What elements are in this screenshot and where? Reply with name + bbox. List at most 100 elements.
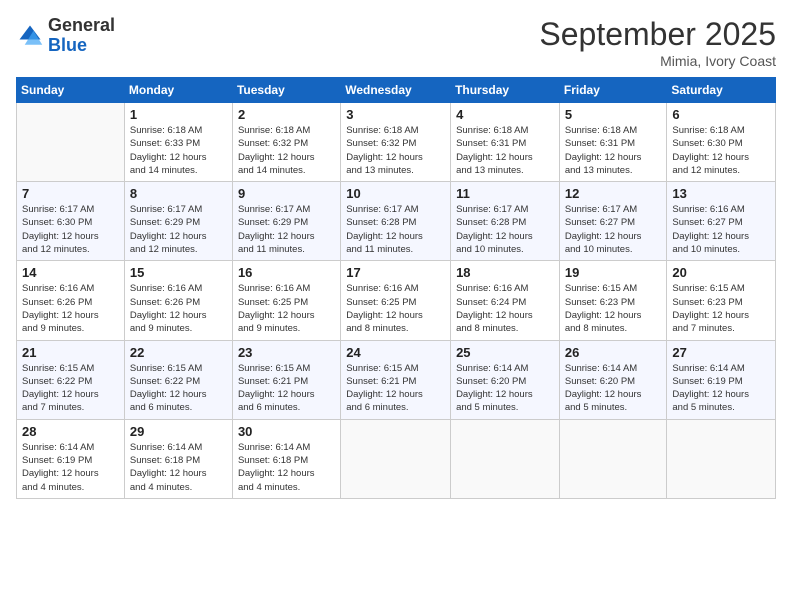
day-number: 10: [346, 186, 445, 201]
calendar-table: SundayMondayTuesdayWednesdayThursdayFrid…: [16, 77, 776, 499]
day-number: 2: [238, 107, 335, 122]
calendar-cell: 28 Sunrise: 6:14 AM Sunset: 6:19 PM Dayli…: [17, 419, 125, 498]
calendar-cell: 16Sunrise: 6:16 AM Sunset: 6:25 PM Dayli…: [232, 261, 340, 340]
day-number: 15: [130, 265, 227, 280]
day-number: 23: [238, 345, 335, 360]
calendar-cell: 17 Sunrise: 6:16 AM Sunset: 6:25 PM Dayli…: [341, 261, 451, 340]
day-info: Sunrise: 6:17 AM Sunset: 6:30 PM Dayligh…: [22, 203, 119, 256]
calendar-cell: 12Sunrise: 6:17 AM Sunset: 6:27 PM Dayli…: [559, 182, 667, 261]
day-number: 20: [672, 265, 770, 280]
day-number: 24: [346, 345, 445, 360]
calendar-cell: 21Sunrise: 6:15 AM Sunset: 6:22 PM Dayli…: [17, 340, 125, 419]
calendar-cell: 18 Sunrise: 6:16 AM Sunset: 6:24 PM Dayli…: [451, 261, 560, 340]
day-info: Sunrise: 6:15 AM Sunset: 6:23 PM Dayligh…: [672, 282, 770, 335]
day-number: 1: [130, 107, 227, 122]
calendar-header-tuesday: Tuesday: [232, 78, 340, 103]
day-info: Sunrise: 6:18 AM Sunset: 6:32 PM Dayligh…: [238, 124, 335, 177]
day-number: 26: [565, 345, 662, 360]
day-number: 25: [456, 345, 554, 360]
day-number: 13: [672, 186, 770, 201]
day-number: 21: [22, 345, 119, 360]
calendar-week-row: 21 Sunrise: 6:15 AM Sunset: 6:22 PM Dayli…: [17, 340, 776, 419]
day-info: Sunrise: 6:18 AM Sunset: 6:31 PM Dayligh…: [565, 124, 662, 177]
day-info: Sunrise: 6:18 AM Sunset: 6:31 PM Dayligh…: [456, 124, 554, 177]
calendar-cell: 25 Sunrise: 6:14 AM Sunset: 6:20 PM Dayli…: [451, 340, 560, 419]
day-info: Sunrise: 6:15 AM Sunset: 6:21 PM Dayligh…: [346, 362, 445, 415]
day-number: 27: [672, 345, 770, 360]
day-info: Sunrise: 6:18 AM Sunset: 6:32 PM Dayligh…: [346, 124, 445, 177]
calendar-header-monday: Monday: [124, 78, 232, 103]
day-info: Sunrise: 6:16 AM Sunset: 6:25 PM Dayligh…: [346, 282, 445, 335]
calendar-cell: 7Sunrise: 6:17 AM Sunset: 6:30 PM Daylig…: [17, 182, 125, 261]
calendar-week-row: 28 Sunrise: 6:14 AM Sunset: 6:19 PM Dayli…: [17, 419, 776, 498]
calendar-header-thursday: Thursday: [451, 78, 560, 103]
calendar-cell: 13 Sunrise: 6:16 AM Sunset: 6:27 PM Dayli…: [667, 182, 776, 261]
day-info: Sunrise: 6:17 AM Sunset: 6:28 PM Dayligh…: [346, 203, 445, 256]
day-info: Sunrise: 6:14 AM Sunset: 6:18 PM Dayligh…: [130, 441, 227, 494]
calendar-cell: 6 Sunrise: 6:18 AM Sunset: 6:30 PM Daylig…: [667, 103, 776, 182]
logo-blue-text: Blue: [48, 36, 115, 56]
calendar-header-wednesday: Wednesday: [341, 78, 451, 103]
calendar-cell: 2 Sunrise: 6:18 AM Sunset: 6:32 PM Daylig…: [232, 103, 340, 182]
day-info: Sunrise: 6:17 AM Sunset: 6:29 PM Dayligh…: [238, 203, 335, 256]
calendar-cell: 10 Sunrise: 6:17 AM Sunset: 6:28 PM Dayli…: [341, 182, 451, 261]
day-number: 6: [672, 107, 770, 122]
day-number: 4: [456, 107, 554, 122]
day-info: Sunrise: 6:18 AM Sunset: 6:30 PM Dayligh…: [672, 124, 770, 177]
calendar-cell: 1 Sunrise: 6:18 AM Sunset: 6:33 PM Daylig…: [124, 103, 232, 182]
day-info: Sunrise: 6:15 AM Sunset: 6:21 PM Dayligh…: [238, 362, 335, 415]
day-info: Sunrise: 6:15 AM Sunset: 6:23 PM Dayligh…: [565, 282, 662, 335]
day-number: 3: [346, 107, 445, 122]
calendar-week-row: 14Sunrise: 6:16 AM Sunset: 6:26 PM Dayli…: [17, 261, 776, 340]
day-info: Sunrise: 6:15 AM Sunset: 6:22 PM Dayligh…: [130, 362, 227, 415]
calendar-cell: 29 Sunrise: 6:14 AM Sunset: 6:18 PM Dayli…: [124, 419, 232, 498]
calendar-cell: [667, 419, 776, 498]
day-number: 9: [238, 186, 335, 201]
location: Mimia, Ivory Coast: [539, 53, 776, 69]
day-info: Sunrise: 6:18 AM Sunset: 6:33 PM Dayligh…: [130, 124, 227, 177]
day-number: 29: [130, 424, 227, 439]
calendar-cell: 4 Sunrise: 6:18 AM Sunset: 6:31 PM Daylig…: [451, 103, 560, 182]
day-info: Sunrise: 6:16 AM Sunset: 6:25 PM Dayligh…: [238, 282, 335, 335]
calendar-cell: [451, 419, 560, 498]
calendar-cell: 27Sunrise: 6:14 AM Sunset: 6:19 PM Dayli…: [667, 340, 776, 419]
day-info: Sunrise: 6:14 AM Sunset: 6:20 PM Dayligh…: [456, 362, 554, 415]
calendar-cell: 5 Sunrise: 6:18 AM Sunset: 6:31 PM Daylig…: [559, 103, 667, 182]
logo-icon: [16, 22, 44, 50]
calendar-cell: 15 Sunrise: 6:16 AM Sunset: 6:26 PM Dayli…: [124, 261, 232, 340]
day-number: 8: [130, 186, 227, 201]
calendar-header-friday: Friday: [559, 78, 667, 103]
day-info: Sunrise: 6:14 AM Sunset: 6:19 PM Dayligh…: [22, 441, 119, 494]
day-info: Sunrise: 6:17 AM Sunset: 6:29 PM Dayligh…: [130, 203, 227, 256]
calendar-header-saturday: Saturday: [667, 78, 776, 103]
day-info: Sunrise: 6:16 AM Sunset: 6:26 PM Dayligh…: [130, 282, 227, 335]
day-number: 19: [565, 265, 662, 280]
page-header: General Blue September 2025 Mimia, Ivory…: [16, 16, 776, 69]
calendar-header-sunday: Sunday: [17, 78, 125, 103]
day-number: 18: [456, 265, 554, 280]
day-info: Sunrise: 6:14 AM Sunset: 6:20 PM Dayligh…: [565, 362, 662, 415]
calendar-cell: 22 Sunrise: 6:15 AM Sunset: 6:22 PM Dayli…: [124, 340, 232, 419]
logo-general-text: General: [48, 16, 115, 36]
calendar-cell: [559, 419, 667, 498]
calendar-cell: 11Sunrise: 6:17 AM Sunset: 6:28 PM Dayli…: [451, 182, 560, 261]
day-number: 5: [565, 107, 662, 122]
calendar-cell: [17, 103, 125, 182]
title-block: September 2025 Mimia, Ivory Coast: [539, 16, 776, 69]
day-number: 30: [238, 424, 335, 439]
day-info: Sunrise: 6:17 AM Sunset: 6:27 PM Dayligh…: [565, 203, 662, 256]
day-info: Sunrise: 6:16 AM Sunset: 6:26 PM Dayligh…: [22, 282, 119, 335]
calendar-cell: 23 Sunrise: 6:15 AM Sunset: 6:21 PM Dayli…: [232, 340, 340, 419]
calendar-cell: 9 Sunrise: 6:17 AM Sunset: 6:29 PM Daylig…: [232, 182, 340, 261]
day-info: Sunrise: 6:16 AM Sunset: 6:24 PM Dayligh…: [456, 282, 554, 335]
day-number: 28: [22, 424, 119, 439]
day-number: 22: [130, 345, 227, 360]
calendar-cell: 30Sunrise: 6:14 AM Sunset: 6:18 PM Dayli…: [232, 419, 340, 498]
calendar-cell: 20 Sunrise: 6:15 AM Sunset: 6:23 PM Dayli…: [667, 261, 776, 340]
calendar-header-row: SundayMondayTuesdayWednesdayThursdayFrid…: [17, 78, 776, 103]
day-number: 17: [346, 265, 445, 280]
calendar-cell: 24 Sunrise: 6:15 AM Sunset: 6:21 PM Dayli…: [341, 340, 451, 419]
calendar-cell: 19 Sunrise: 6:15 AM Sunset: 6:23 PM Dayli…: [559, 261, 667, 340]
day-info: Sunrise: 6:16 AM Sunset: 6:27 PM Dayligh…: [672, 203, 770, 256]
day-info: Sunrise: 6:17 AM Sunset: 6:28 PM Dayligh…: [456, 203, 554, 256]
